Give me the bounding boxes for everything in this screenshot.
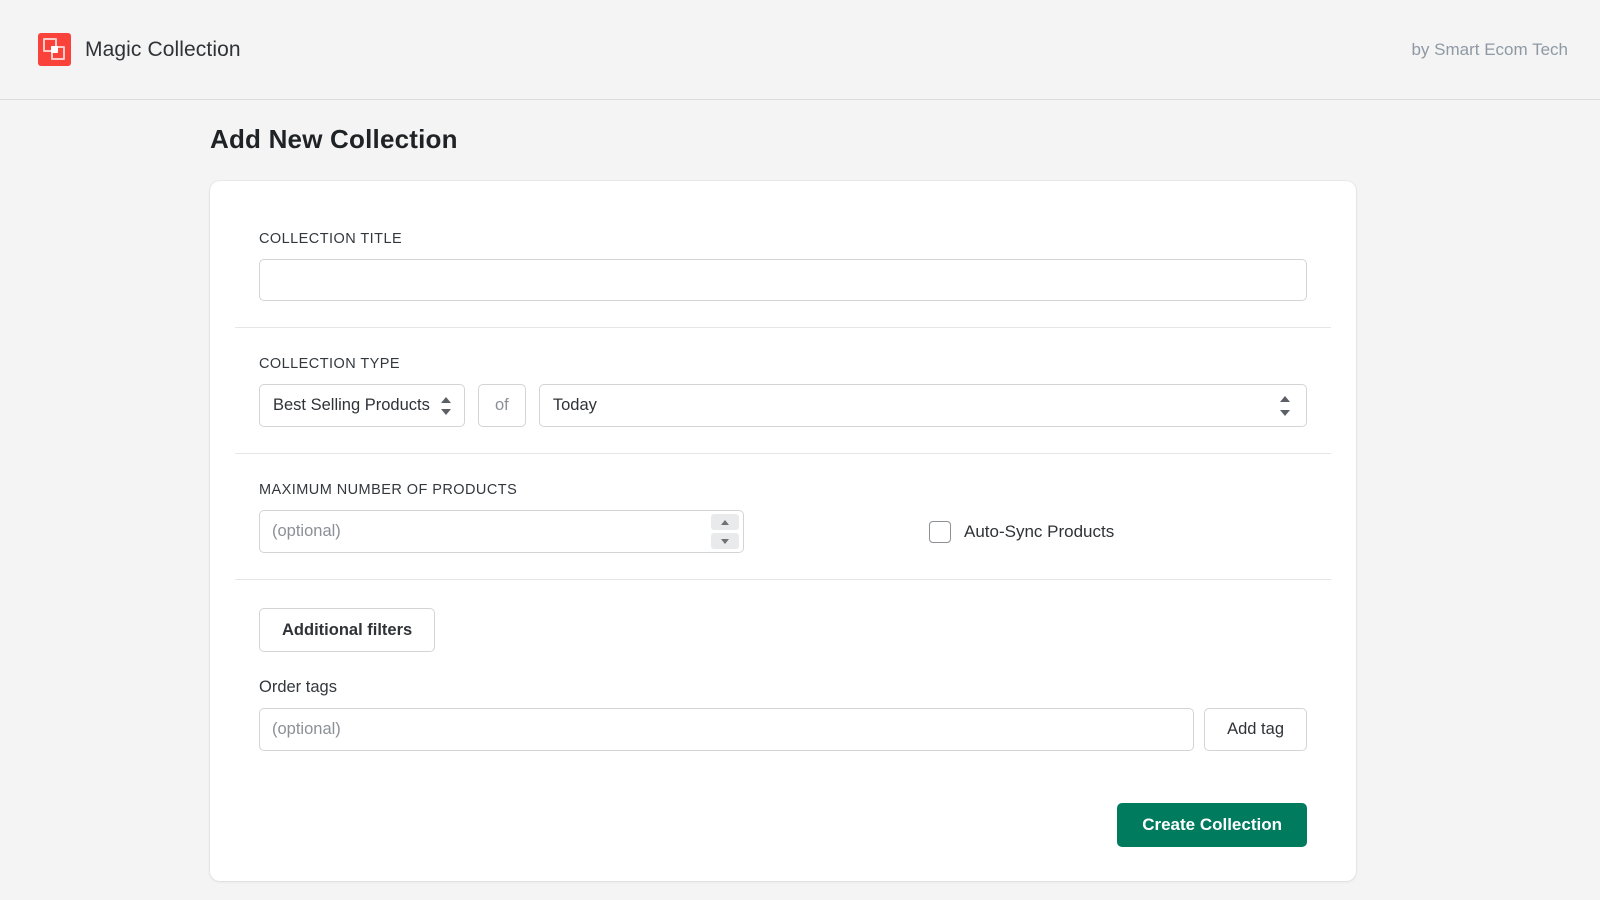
collection-type-select[interactable]: Best Selling Products bbox=[259, 384, 465, 427]
create-collection-button[interactable]: Create Collection bbox=[1117, 803, 1307, 847]
auto-sync-row[interactable]: Auto-Sync Products bbox=[929, 521, 1114, 543]
brand[interactable]: Magic Collection bbox=[38, 33, 241, 66]
section-collection-title: COLLECTION TITLE bbox=[235, 209, 1331, 327]
maximum-products-label: MAXIMUM NUMBER OF PRODUCTS bbox=[259, 482, 1307, 498]
connector-label: of bbox=[478, 384, 526, 427]
order-tags-input[interactable] bbox=[259, 708, 1194, 751]
stepper-decrement-button[interactable] bbox=[711, 533, 739, 549]
app-header: Magic Collection by Smart Ecom Tech bbox=[0, 0, 1600, 100]
section-additional-filters: Additional filters bbox=[235, 580, 1331, 678]
page-body: Add New Collection COLLECTION TITLE COLL… bbox=[0, 100, 1600, 881]
app-logo-icon bbox=[38, 33, 71, 66]
section-maximum-products: MAXIMUM NUMBER OF PRODUCTS Auto-Sync Pro… bbox=[235, 454, 1331, 579]
maximum-products-field bbox=[259, 510, 744, 553]
section-order-tags: Order tags Add tag bbox=[235, 678, 1331, 777]
stepper-increment-button[interactable] bbox=[711, 514, 739, 530]
auto-sync-label: Auto-Sync Products bbox=[964, 522, 1114, 542]
additional-filters-button[interactable]: Additional filters bbox=[259, 608, 435, 652]
form-footer: Create Collection bbox=[235, 803, 1331, 851]
vendor-byline: by Smart Ecom Tech bbox=[1411, 40, 1568, 60]
collection-period-value: Today bbox=[553, 396, 597, 415]
chevron-updown-icon bbox=[441, 397, 452, 415]
order-tags-label: Order tags bbox=[259, 678, 1307, 697]
collection-title-input[interactable] bbox=[259, 259, 1307, 301]
page-title: Add New Collection bbox=[0, 100, 1600, 155]
maximum-products-input[interactable] bbox=[259, 510, 744, 553]
add-tag-button[interactable]: Add tag bbox=[1204, 708, 1307, 751]
app-name: Magic Collection bbox=[85, 38, 241, 62]
quantity-stepper[interactable] bbox=[711, 514, 739, 549]
chevron-updown-icon bbox=[1279, 396, 1290, 416]
collection-type-label: COLLECTION TYPE bbox=[259, 356, 1307, 372]
collection-type-value: Best Selling Products bbox=[273, 396, 430, 415]
section-collection-type: COLLECTION TYPE Best Selling Products of… bbox=[235, 328, 1331, 453]
collection-period-select[interactable]: Today bbox=[539, 384, 1307, 427]
collection-title-label: COLLECTION TITLE bbox=[259, 231, 1307, 247]
collection-form-card: COLLECTION TITLE COLLECTION TYPE Best Se… bbox=[210, 181, 1356, 881]
auto-sync-checkbox[interactable] bbox=[929, 521, 951, 543]
